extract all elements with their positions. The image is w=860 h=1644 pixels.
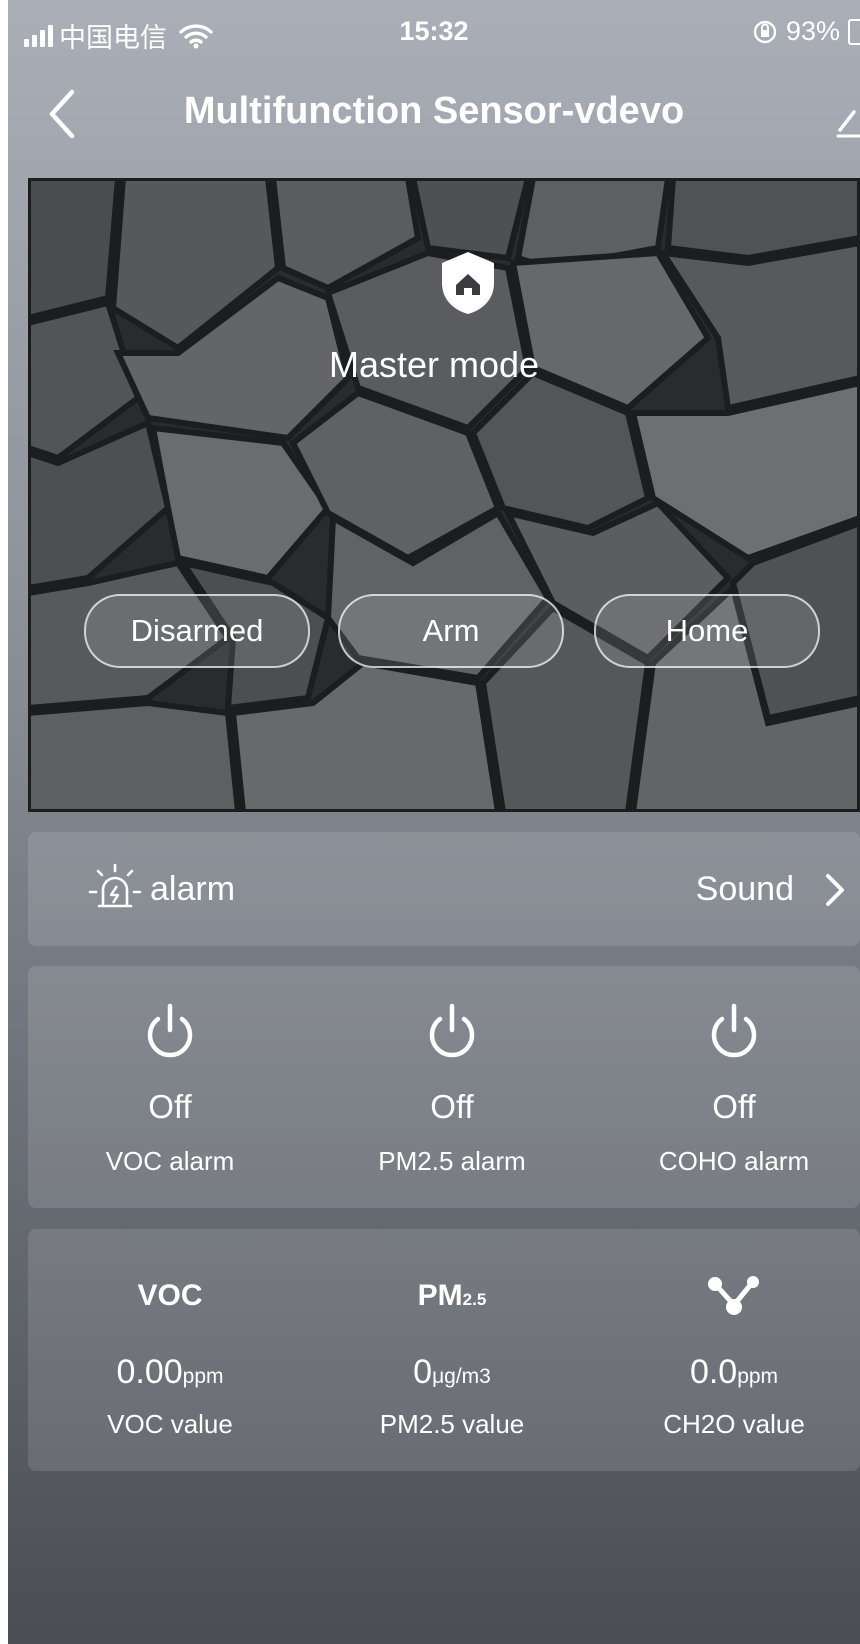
switch-state: Off — [712, 1088, 756, 1125]
mode-label: Master mode — [328, 344, 540, 385]
voc-unit: ppm — [182, 1365, 224, 1388]
switch-state: Off — [148, 1088, 192, 1125]
alarm-label: alarm — [150, 870, 236, 908]
pm25-heading: PM2.5 — [310, 1279, 594, 1313]
ch2o-number: 0.0 — [689, 1353, 738, 1391]
disarmed-button[interactable]: Disarmed — [84, 594, 310, 668]
ch2o-unit: ppm — [737, 1365, 779, 1388]
status-time: 15:32 — [399, 16, 469, 46]
ch2o-value-label: CH2O value — [663, 1409, 805, 1439]
home-button[interactable]: Home — [594, 594, 820, 668]
alarm-setting-row[interactable]: alarm Sound — [28, 832, 860, 946]
arm-button[interactable]: Arm — [338, 594, 564, 668]
battery-percent: 93% — [785, 16, 840, 46]
alarm-switches-card: Off VOC alarm Off PM2.5 alarm Off COHO a… — [28, 966, 860, 1208]
power-icon[interactable] — [707, 1002, 761, 1062]
voc-reading: 0.00ppm — [28, 1353, 312, 1392]
pm25-value-label: PM2.5 value — [379, 1409, 525, 1439]
pm25-heading-sub: 2.5 — [462, 1290, 487, 1309]
nav-bar: Multifunction Sensor-vdevo — [8, 64, 860, 174]
sensor-values-card: VOC 0.00ppm VOC value PM2.5 0μg/m3 PM2.5… — [28, 1229, 860, 1471]
voc-alarm-switch[interactable]: Off VOC alarm — [28, 966, 312, 1208]
switch-label: PM2.5 alarm — [378, 1146, 526, 1176]
power-icon[interactable] — [143, 1002, 197, 1062]
pm25-alarm-switch[interactable]: Off PM2.5 alarm — [310, 966, 594, 1208]
molecule-icon — [708, 1276, 759, 1315]
voc-number: 0.00 — [116, 1353, 183, 1391]
siren-icon — [88, 863, 142, 908]
power-icon[interactable] — [425, 1002, 479, 1062]
status-bar: 中国电信 15:32 93% — [8, 0, 860, 64]
switch-label: COHO alarm — [658, 1146, 810, 1176]
voc-value-label: VOC value — [107, 1409, 233, 1439]
status-right: 93% — [752, 16, 860, 47]
pm25-value-cell: PM2.5 0μg/m3 PM2.5 value — [310, 1229, 594, 1471]
edit-icon[interactable] — [834, 100, 860, 140]
alarm-value: Sound — [695, 870, 794, 908]
pm25-unit: μg/m3 — [432, 1365, 491, 1388]
switch-label: VOC alarm — [105, 1146, 235, 1176]
voc-value-cell: VOC 0.00ppm VOC value — [28, 1229, 312, 1471]
battery-icon — [848, 18, 860, 45]
ch2o-value-cell: 0.0ppm CH2O value — [592, 1229, 860, 1471]
page-title: Multifunction Sensor-vdevo — [183, 90, 685, 132]
pm25-heading-main: PM — [417, 1279, 463, 1312]
chevron-right-icon — [826, 874, 844, 906]
orientation-lock-icon — [753, 20, 777, 43]
mode-panel: Master mode Disarmed Arm Home — [28, 178, 860, 812]
switch-state: Off — [430, 1088, 474, 1125]
app-screen: 中国电信 15:32 93% Multifunction Sensor-vdev… — [8, 0, 860, 1644]
pm25-reading: 0μg/m3 — [310, 1353, 594, 1392]
pm25-number: 0 — [413, 1353, 433, 1391]
voc-heading: VOC — [137, 1279, 203, 1312]
home-shield-icon — [442, 252, 494, 314]
coho-alarm-switch[interactable]: Off COHO alarm — [592, 966, 860, 1208]
ch2o-reading: 0.0ppm — [592, 1353, 860, 1392]
